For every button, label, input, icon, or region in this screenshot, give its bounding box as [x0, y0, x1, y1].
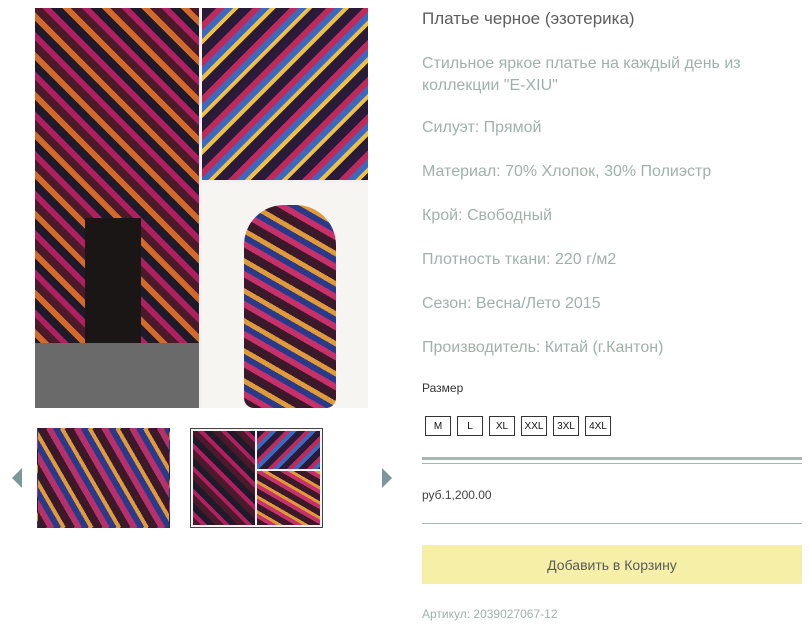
thumbnail-2-back	[257, 471, 320, 525]
size-option-xxl[interactable]: XXL	[521, 416, 547, 436]
thumbnail-2[interactable]	[190, 428, 323, 528]
model-back-figure	[244, 205, 336, 408]
size-option-4xl[interactable]: 4XL	[585, 416, 611, 436]
product-price: руб.1,200.00	[422, 488, 492, 502]
thumbnail-1[interactable]	[37, 428, 170, 528]
dress-back-photo	[202, 183, 368, 408]
spec-density: Плотность ткани: 220 г/м2	[422, 251, 617, 268]
size-label: Размер	[422, 381, 464, 395]
size-option-m[interactable]: M	[425, 416, 451, 436]
size-option-xl[interactable]: XL	[489, 416, 515, 436]
size-option-l[interactable]: L	[457, 416, 483, 436]
spec-manufacturer: Производитель: Китай (г.Кантон)	[422, 339, 664, 356]
divider-thick	[422, 457, 802, 460]
size-selector: M L XL XXL 3XL 4XL	[425, 416, 611, 436]
size-option-3xl[interactable]: 3XL	[553, 416, 579, 436]
divider-thin-bottom	[422, 523, 802, 524]
divider-thin	[422, 463, 802, 464]
product-title: Платье черное (эзотерика)	[422, 9, 635, 28]
product-description: Стильное яркое платье на каждый день из …	[422, 55, 741, 94]
spec-season: Сезон: Весна/Лето 2015	[422, 295, 601, 312]
product-sku: Артикул: 2039027067-12	[422, 607, 558, 621]
dress-detail-photo	[202, 8, 368, 180]
rug	[35, 343, 199, 408]
spec-silhouette: Силуэт: Прямой	[422, 119, 542, 136]
add-to-cart-button[interactable]: Добавить в Корзину	[422, 545, 802, 584]
spec-material: Материал: 70% Хлопок, 30% Полиэстр	[422, 163, 712, 180]
main-product-image[interactable]	[35, 8, 368, 408]
spec-cut: Крой: Свободный	[422, 207, 553, 224]
next-arrow-icon[interactable]	[382, 468, 392, 488]
dress-front-photo	[35, 8, 199, 408]
product-gallery	[0, 0, 400, 635]
thumbnail-2-front	[193, 431, 255, 525]
thumbnail-2-detail	[257, 431, 320, 469]
prev-arrow-icon[interactable]	[12, 468, 22, 488]
